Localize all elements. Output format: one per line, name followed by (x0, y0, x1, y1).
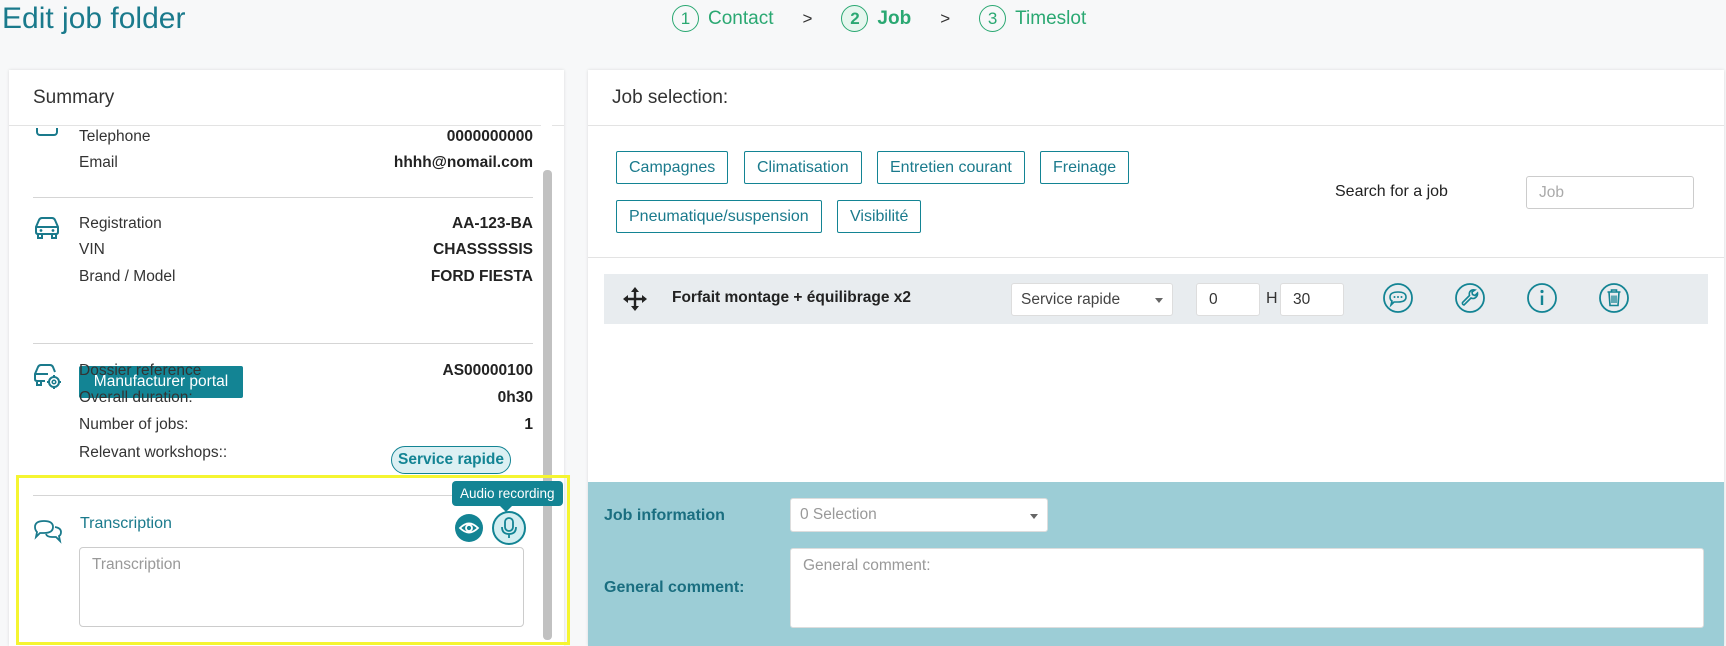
brand-model-value: FORD FIESTA (430, 268, 533, 285)
step-label: Contact (708, 7, 774, 29)
workshops-label: Relevant workshops:: (79, 444, 228, 461)
category-freinage-button[interactable]: Freinage (1040, 151, 1130, 184)
category-campagnes-button[interactable]: Campagnes (616, 151, 729, 184)
job-row: Forfait montage + équilibrage x2 Service… (604, 274, 1708, 324)
step-contact[interactable]: 1 Contact (672, 5, 773, 32)
step-separator: > (940, 8, 951, 28)
step-separator: > (802, 8, 813, 28)
vin-value: CHASSSSSIS (433, 241, 533, 258)
brand-model-label: Brand / Model (79, 268, 176, 285)
wrench-icon[interactable] (1454, 282, 1486, 314)
job-information-label: Job information (604, 507, 725, 524)
comment-icon[interactable] (1382, 282, 1414, 314)
general-comment-input[interactable] (790, 548, 1704, 628)
telephone-label: Telephone (79, 128, 151, 145)
number-of-jobs-label: Number of jobs: (79, 416, 189, 433)
car-settings-icon (34, 364, 61, 389)
job-selection-panel: Job selection: Campagnes Climatisation E… (588, 70, 1724, 646)
job-information-section: Job information 0 Selection General comm… (588, 482, 1724, 646)
workshop-select-value: Service rapide (1021, 290, 1121, 308)
telephone-value: 0000000000 (446, 128, 533, 145)
email-row: Email hhhh@nomail.com (79, 154, 533, 172)
workshop-select[interactable]: Service rapide (1011, 283, 1173, 316)
brand-model-row: Brand / Model FORD FIESTA (79, 268, 533, 286)
general-comment-label: General comment: (604, 579, 745, 596)
hours-unit-label: H (1266, 290, 1278, 307)
job-information-select[interactable]: 0 Selection (790, 498, 1048, 532)
minutes-input[interactable]: 30 (1280, 283, 1344, 316)
contact-icon (36, 128, 58, 136)
dossier-reference-value: AS00000100 (442, 362, 534, 379)
chevron-down-icon (1030, 514, 1038, 519)
step-label: Job (877, 7, 912, 29)
registration-label: Registration (79, 215, 162, 232)
registration-value: AA-123-BA (452, 215, 533, 232)
chevron-down-icon (1155, 298, 1163, 303)
search-job-label: Search for a job (1335, 183, 1448, 200)
number-of-jobs-row: Number of jobs: 1 (79, 416, 533, 434)
category-visibilite-button[interactable]: Visibilité (837, 200, 922, 233)
step-number: 2 (841, 5, 869, 32)
vin-row: VIN CHASSSSSIS (79, 241, 533, 259)
category-entretien-courant-button[interactable]: Entretien courant (877, 151, 1025, 184)
divider (33, 197, 533, 198)
step-job[interactable]: 2 Job (841, 5, 911, 32)
step-timeslot[interactable]: 3 Timeslot (979, 5, 1086, 32)
highlight-box (16, 475, 570, 645)
summary-title: Summary (9, 70, 564, 126)
job-information-select-value: 0 Selection (800, 506, 877, 523)
divider (588, 257, 1724, 258)
vin-label: VIN (79, 241, 105, 258)
overall-duration-label: Overall duration: (79, 389, 193, 406)
number-of-jobs-value: 1 (524, 416, 533, 433)
category-climatisation-button[interactable]: Climatisation (744, 151, 862, 184)
hours-input[interactable]: 0 (1196, 283, 1260, 316)
dossier-reference-row: Dossier reference AS00000100 (79, 362, 533, 380)
job-selection-title: Job selection: (588, 70, 1724, 126)
search-job-input[interactable] (1526, 176, 1694, 209)
workshop-badge: Service rapide (391, 446, 511, 474)
overall-duration-value: 0h30 (497, 389, 533, 406)
step-number: 3 (979, 5, 1007, 32)
telephone-row: Telephone 0000000000 (79, 128, 533, 146)
registration-row: Registration AA-123-BA (79, 215, 533, 233)
category-pneumatique-button[interactable]: Pneumatique/suspension (616, 200, 822, 233)
step-label: Timeslot (1015, 7, 1087, 29)
email-label: Email (79, 154, 118, 171)
overall-duration-row: Overall duration: 0h30 (79, 389, 533, 407)
page-title: Edit job folder (2, 2, 186, 35)
progress-stepper: 1 Contact > 2 Job > 3 Timeslot (672, 5, 1086, 32)
car-icon (35, 217, 59, 239)
info-icon[interactable] (1526, 282, 1558, 314)
trash-icon[interactable] (1598, 282, 1630, 314)
divider (33, 343, 533, 344)
drag-move-icon[interactable] (622, 286, 648, 312)
dossier-reference-label: Dossier reference (79, 362, 202, 379)
email-value: hhhh@nomail.com (393, 154, 533, 171)
step-number: 1 (672, 5, 699, 32)
job-name: Forfait montage + équilibrage x2 (672, 289, 912, 306)
